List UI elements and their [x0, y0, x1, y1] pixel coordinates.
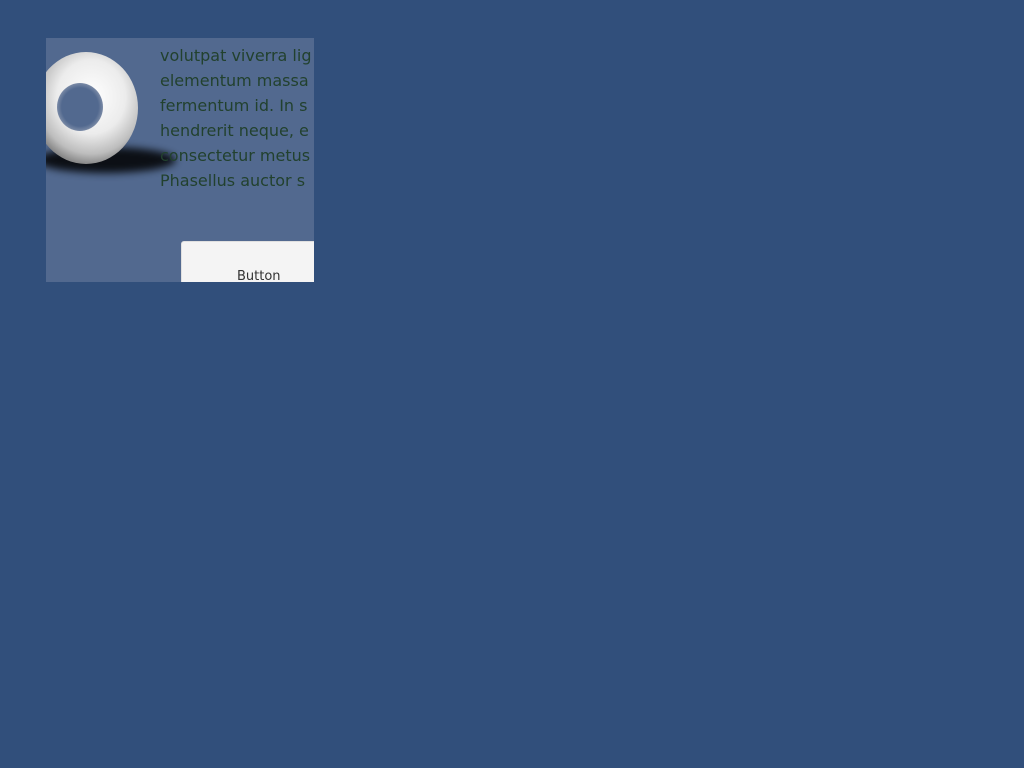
- body-text: volutpat viverra lig elementum massa fer…: [160, 43, 314, 193]
- desktop-background: volutpat viverra lig elementum massa fer…: [0, 0, 1024, 768]
- text-line: elementum massa: [160, 71, 309, 90]
- content-panel: volutpat viverra lig elementum massa fer…: [46, 38, 314, 282]
- text-line: volutpat viverra lig: [160, 46, 312, 65]
- text-line: hendrerit neque, e: [160, 121, 309, 140]
- text-line: fermentum id. In s: [160, 96, 308, 115]
- primary-button[interactable]: Button: [181, 241, 314, 282]
- text-line: consectetur metus: [160, 146, 311, 165]
- text-line: Phasellus auctor s: [160, 171, 306, 190]
